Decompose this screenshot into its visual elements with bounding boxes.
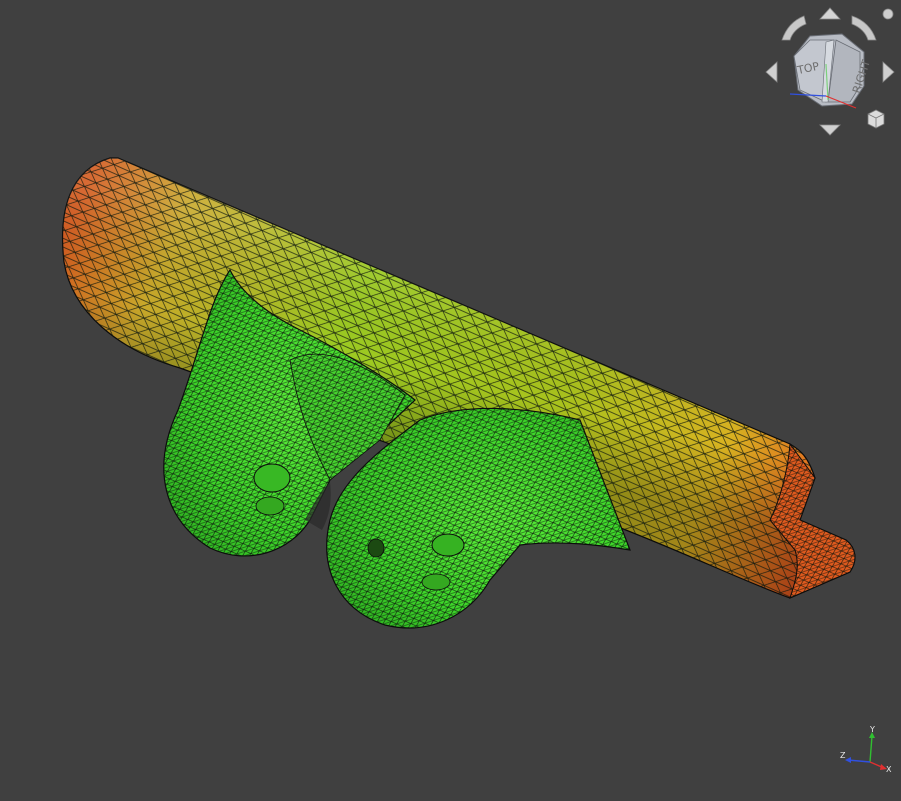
navigation-cube[interactable]: TOP RIGHT <box>760 4 898 140</box>
rotate-right-arrow-icon[interactable] <box>851 15 877 41</box>
axis-z-label: Z <box>840 751 846 760</box>
rotate-left-arrow-icon[interactable] <box>781 15 807 41</box>
pan-down-arrow-icon[interactable] <box>819 124 841 136</box>
isometric-cube-icon[interactable] <box>867 109 885 129</box>
axis-indicator: Y X Z <box>840 725 892 774</box>
axis-y-label: Y <box>869 725 875 734</box>
3d-viewport[interactable]: TOP RIGHT Y X Z <box>0 0 901 801</box>
pan-left-arrow-icon[interactable] <box>765 61 778 83</box>
pan-right-arrow-icon[interactable] <box>882 61 895 83</box>
view-cube[interactable]: TOP RIGHT <box>789 33 873 109</box>
rotate-up-arrow-icon[interactable] <box>819 7 841 20</box>
view-menu-dot-icon[interactable] <box>882 8 894 20</box>
axis-x-label: X <box>886 765 892 774</box>
